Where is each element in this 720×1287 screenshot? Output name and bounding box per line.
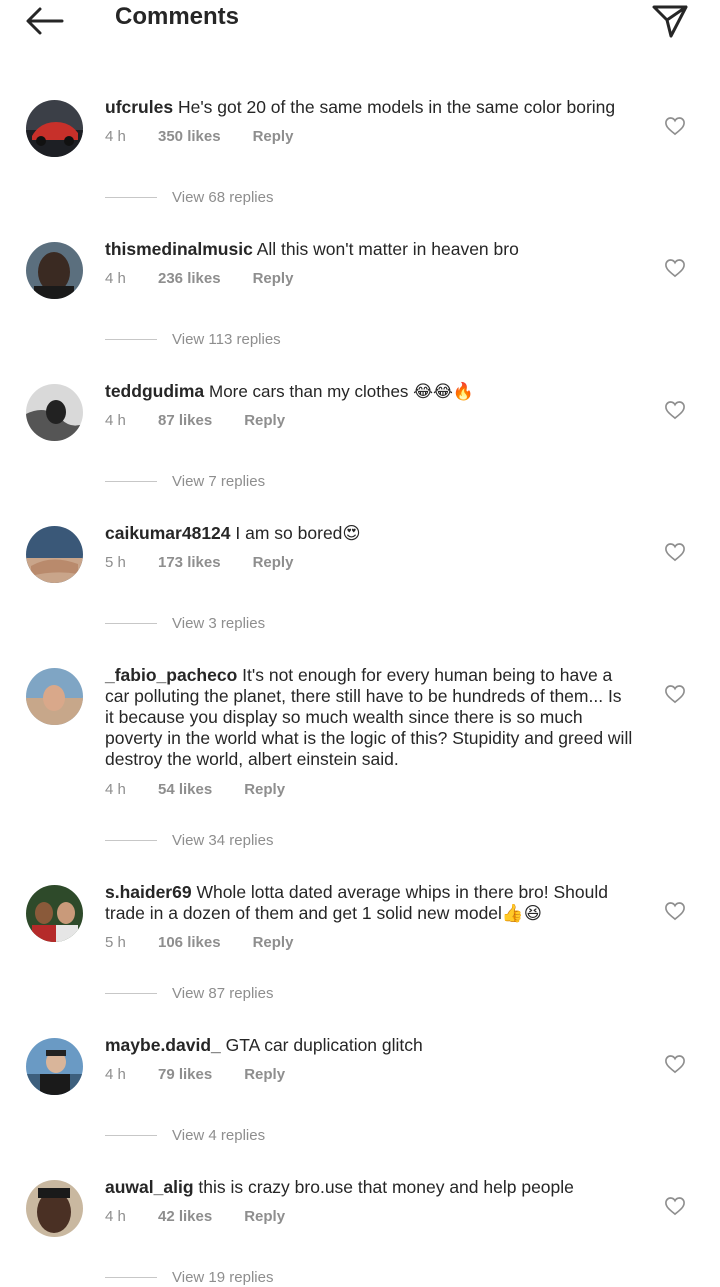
comment-likes[interactable]: 106 likes xyxy=(158,933,221,953)
heart-outline-icon[interactable] xyxy=(664,258,686,278)
comment-text: GTA car duplication glitch xyxy=(225,1035,423,1055)
reply-button[interactable]: Reply xyxy=(244,1065,285,1085)
heart-outline-icon[interactable] xyxy=(664,1054,686,1074)
view-replies-label: View 34 replies xyxy=(172,831,274,849)
comment-time: 5 h xyxy=(105,934,126,951)
comment-text: All this won't matter in heaven bro xyxy=(256,239,519,259)
comment-likes[interactable]: 350 likes xyxy=(158,127,221,147)
avatar[interactable] xyxy=(26,100,83,157)
view-replies-label: View 19 replies xyxy=(172,1268,274,1286)
avatar[interactable] xyxy=(26,1038,83,1095)
view-replies-label: View 113 replies xyxy=(172,330,281,348)
reply-button[interactable]: Reply xyxy=(253,127,294,147)
comment-meta: 5 h 173 likes Reply xyxy=(105,553,293,573)
back-arrow-icon xyxy=(26,7,64,35)
heart-outline-icon[interactable] xyxy=(664,542,686,562)
comment-username[interactable]: caikumar48124 xyxy=(105,523,231,543)
comment-meta: 5 h 106 likes Reply xyxy=(105,933,293,953)
view-replies-button[interactable]: View 34 replies xyxy=(105,830,273,850)
reply-button[interactable]: Reply xyxy=(244,780,285,800)
heart-outline-icon[interactable] xyxy=(664,901,686,921)
share-button[interactable] xyxy=(648,0,692,42)
comment-likes[interactable]: 173 likes xyxy=(158,553,221,573)
view-replies-button[interactable]: View 4 replies xyxy=(105,1125,265,1145)
comment-likes[interactable]: 79 likes xyxy=(158,1065,212,1085)
comment-username[interactable]: auwal_alig xyxy=(105,1177,194,1197)
avatar[interactable] xyxy=(26,1180,83,1237)
comment-text: More cars than my clothes 😂😂🔥 xyxy=(209,382,475,401)
comment-meta: 4 h 42 likes Reply xyxy=(105,1207,285,1227)
comment-likes[interactable]: 87 likes xyxy=(158,411,212,431)
view-replies-button[interactable]: View 87 replies xyxy=(105,983,273,1003)
comment-username[interactable]: teddgudima xyxy=(105,381,204,401)
reply-button[interactable]: Reply xyxy=(244,411,285,431)
comment-text: this is crazy bro.use that money and hel… xyxy=(198,1177,574,1197)
heart-outline-icon[interactable] xyxy=(664,400,686,420)
comment-text: He's got 20 of the same models in the sa… xyxy=(177,97,616,117)
comment-username[interactable]: ufcrules xyxy=(105,97,173,117)
back-button[interactable] xyxy=(24,2,66,40)
heart-outline-icon[interactable] xyxy=(664,1196,686,1216)
divider xyxy=(105,1134,157,1136)
heart-outline-icon[interactable] xyxy=(664,684,686,704)
divider xyxy=(105,622,157,624)
comment-username[interactable]: s.haider69 xyxy=(105,882,192,902)
reply-button[interactable]: Reply xyxy=(253,269,294,289)
comment-time: 4 h xyxy=(105,1208,126,1225)
comment-meta: 4 h 87 likes Reply xyxy=(105,411,285,431)
comments-header: Comments xyxy=(0,0,720,44)
comment-username[interactable]: thismedinalmusic xyxy=(105,239,253,259)
view-replies-button[interactable]: View 7 replies xyxy=(105,471,265,491)
view-replies-button[interactable]: View 113 replies xyxy=(105,329,281,349)
view-replies-label: View 87 replies xyxy=(172,984,274,1002)
view-replies-label: View 3 replies xyxy=(172,614,266,632)
comment-text: I am so bored😍 xyxy=(235,523,361,543)
comment-body: teddgudima More cars than my clothes 😂😂🔥 xyxy=(105,381,635,402)
comment-time: 4 h xyxy=(105,781,126,798)
comment-time: 5 h xyxy=(105,554,126,571)
view-replies-button[interactable]: View 3 replies xyxy=(105,613,265,633)
divider xyxy=(105,196,157,198)
comment-likes[interactable]: 236 likes xyxy=(158,269,221,289)
comment-meta: 4 h 350 likes Reply xyxy=(105,127,293,147)
comment-body: auwal_alig this is crazy bro.use that mo… xyxy=(105,1177,635,1198)
comment-time: 4 h xyxy=(105,270,126,287)
view-replies-label: View 68 replies xyxy=(172,188,274,206)
comment-body: ufcrules He's got 20 of the same models … xyxy=(105,97,635,118)
comment-time: 4 h xyxy=(105,1066,126,1083)
view-replies-label: View 7 replies xyxy=(172,472,266,490)
comment-likes[interactable]: 54 likes xyxy=(158,780,212,800)
view-replies-button[interactable]: View 68 replies xyxy=(105,187,273,207)
divider xyxy=(105,338,157,340)
avatar[interactable] xyxy=(26,885,83,942)
comment-body: thismedinalmusic All this won't matter i… xyxy=(105,239,635,260)
comment-body: s.haider69 Whole lotta dated average whi… xyxy=(105,882,635,924)
reply-button[interactable]: Reply xyxy=(244,1207,285,1227)
avatar[interactable] xyxy=(26,526,83,583)
reply-button[interactable]: Reply xyxy=(253,553,294,573)
divider xyxy=(105,992,157,994)
avatar[interactable] xyxy=(26,668,83,725)
comment-username[interactable]: maybe.david_ xyxy=(105,1035,221,1055)
comment-meta: 4 h 79 likes Reply xyxy=(105,1065,285,1085)
comment-time: 4 h xyxy=(105,412,126,429)
divider xyxy=(105,839,157,841)
paper-plane-icon xyxy=(652,5,688,38)
comment-meta: 4 h 54 likes Reply xyxy=(105,780,285,800)
view-replies-button[interactable]: View 19 replies xyxy=(105,1267,273,1287)
comment-meta: 4 h 236 likes Reply xyxy=(105,269,293,289)
comment-body: maybe.david_ GTA car duplication glitch xyxy=(105,1035,635,1056)
reply-button[interactable]: Reply xyxy=(253,933,294,953)
divider xyxy=(105,480,157,482)
comment-time: 4 h xyxy=(105,128,126,145)
comment-likes[interactable]: 42 likes xyxy=(158,1207,212,1227)
avatar[interactable] xyxy=(26,242,83,299)
comment-username[interactable]: _fabio_pacheco xyxy=(105,665,237,685)
page-title: Comments xyxy=(115,3,240,30)
view-replies-label: View 4 replies xyxy=(172,1126,266,1144)
comment-body: caikumar48124 I am so bored😍 xyxy=(105,523,635,544)
comment-body: _fabio_pacheco It's not enough for every… xyxy=(105,665,635,770)
heart-outline-icon[interactable] xyxy=(664,116,686,136)
avatar[interactable] xyxy=(26,384,83,441)
